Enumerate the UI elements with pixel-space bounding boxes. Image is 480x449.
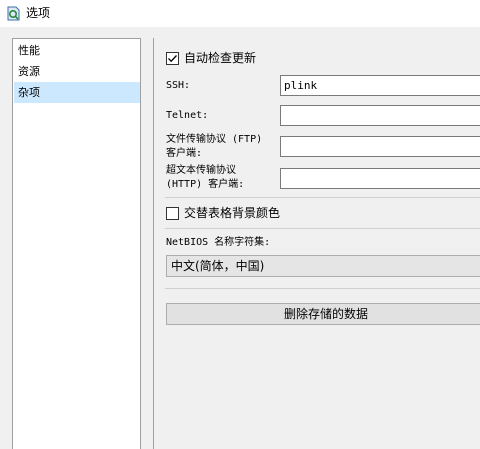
http-label-line1: 超文本传输协议 — [166, 165, 236, 176]
alt-row-color-checkbox[interactable] — [166, 207, 179, 220]
nav-item-resources[interactable]: 资源 — [14, 61, 140, 82]
netbios-charset-label: NetBIOS 名称字符集: — [166, 237, 271, 248]
content-panel-border — [153, 38, 154, 449]
title-bar: 选项 — [0, 0, 480, 27]
separator — [165, 288, 480, 289]
ssh-label: SSH: — [166, 80, 191, 91]
alt-row-color-label: 交替表格背景颜色 — [184, 206, 281, 220]
nav-item-misc[interactable]: 杂项 — [14, 82, 140, 103]
options-category-list[interactable]: 性能 资源 杂项 — [12, 38, 141, 449]
telnet-client-input[interactable] — [280, 105, 480, 126]
nav-item-performance[interactable]: 性能 — [14, 40, 140, 61]
app-icon — [7, 6, 20, 21]
ftp-label-line1: 文件传输协议 (FTP) — [166, 134, 263, 145]
http-client-input[interactable] — [280, 168, 480, 189]
separator — [165, 228, 480, 229]
telnet-label: Telnet: — [166, 110, 209, 121]
netbios-charset-select[interactable]: 中文(简体，中国) — [166, 255, 480, 277]
check-icon — [168, 55, 177, 63]
window-title: 选项 — [26, 6, 51, 20]
delete-stored-data-button[interactable]: 删除存储的数据 — [166, 303, 480, 325]
separator — [165, 197, 480, 198]
ftp-client-input[interactable] — [280, 136, 480, 157]
http-label-line2: (HTTP) 客户端: — [166, 179, 245, 190]
ssh-client-input[interactable]: plink — [280, 75, 480, 96]
auto-update-label: 自动检查更新 — [184, 51, 257, 65]
ftp-label-line2: 客户端: — [166, 148, 203, 159]
auto-update-checkbox[interactable] — [166, 52, 179, 65]
